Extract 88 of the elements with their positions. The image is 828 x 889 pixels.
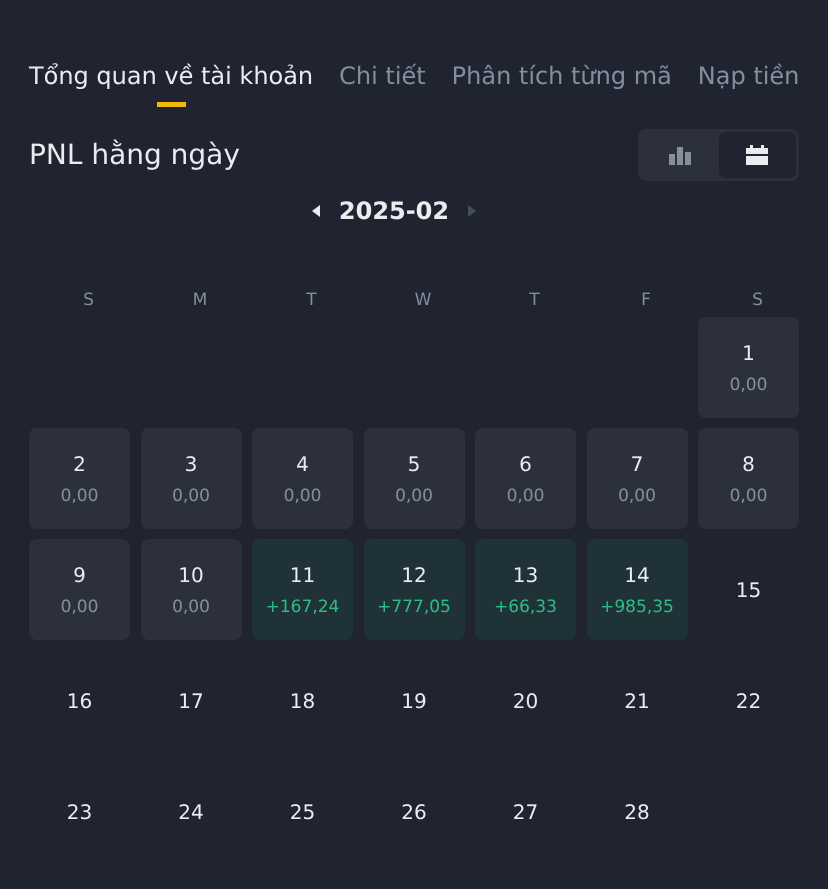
tab[interactable]: Nạp tiền — [698, 58, 800, 107]
calendar-day[interactable]: 21 — [586, 650, 688, 751]
calendar-day[interactable]: 27 — [475, 761, 576, 862]
calendar-day[interactable]: 23 — [29, 761, 130, 862]
weekday-label: F — [640, 293, 652, 307]
pnl-value: 0,00 — [172, 486, 210, 506]
day-number: 16 — [66, 688, 92, 712]
pnl-value: 0,00 — [395, 486, 433, 506]
day-number: 4 — [296, 452, 309, 476]
tab[interactable]: Chi tiết — [339, 58, 426, 107]
day-number: 17 — [178, 688, 204, 712]
pnl-value: +777,05 — [377, 596, 451, 616]
day-number: 21 — [624, 688, 650, 712]
pnl-value: +167,24 — [266, 596, 340, 616]
calendar-day[interactable]: 16 — [29, 650, 130, 751]
day-number: 26 — [401, 800, 427, 824]
pnl-value: +66,33 — [494, 596, 557, 616]
day-number: 3 — [184, 452, 198, 476]
day-number: 28 — [624, 800, 650, 824]
day-number: 20 — [512, 688, 538, 712]
pnl-value: 0,00 — [284, 486, 322, 506]
calendar-day[interactable]: 25 — [252, 761, 353, 862]
calendar-icon — [746, 145, 768, 165]
day-number: 14 — [624, 562, 650, 586]
weekday-label: W — [414, 293, 432, 307]
month-label: 2025-02 — [338, 196, 450, 227]
tab[interactable]: Phân tích từng mã — [452, 58, 672, 107]
weekday-label: S — [82, 293, 95, 307]
day-cell[interactable]: 6 0,00 — [475, 428, 576, 529]
day-number: 2 — [73, 452, 86, 476]
pnl-value: 0,00 — [618, 486, 656, 506]
day-number: 9 — [73, 562, 86, 586]
day-cell[interactable]: 4 0,00 — [252, 428, 353, 529]
weekday-label: S — [751, 293, 764, 307]
weekday-label: M — [192, 293, 208, 307]
calendar-day[interactable]: 20 — [475, 650, 576, 751]
calendar-day[interactable]: 22 — [698, 650, 799, 751]
pnl-value: 0,00 — [506, 486, 544, 506]
day-cell[interactable]: 11 +167,24 — [252, 539, 353, 640]
weekday-label: T — [528, 293, 541, 307]
weekday-label: T — [305, 293, 318, 307]
day-cell[interactable]: 10 0,00 — [140, 539, 242, 640]
previous-month-button[interactable] — [310, 204, 321, 218]
day-cell[interactable]: 7 0,00 — [586, 428, 688, 529]
day-number: 1 — [742, 340, 755, 364]
day-number: 23 — [66, 800, 92, 824]
day-number: 13 — [512, 562, 538, 586]
pnl-value: 0,00 — [730, 486, 768, 506]
bar-chart-icon — [668, 145, 692, 165]
pnl-value: 0,00 — [730, 374, 768, 394]
day-cell[interactable]: 2 0,00 — [29, 428, 130, 529]
calendar-day[interactable]: 24 — [140, 761, 242, 862]
calendar-day[interactable]: 19 — [364, 650, 464, 751]
day-cell[interactable]: 9 0,00 — [29, 539, 130, 640]
pnl-value: 0,00 — [60, 596, 98, 616]
day-number: 11 — [290, 562, 316, 586]
day-number: 15 — [736, 578, 762, 602]
day-number: 5 — [408, 452, 420, 476]
day-number: 7 — [630, 452, 644, 476]
day-cell[interactable]: 8 0,00 — [698, 428, 799, 529]
day-cell[interactable]: 3 0,00 — [140, 428, 242, 529]
day-number: 8 — [742, 452, 755, 476]
pnl-value: +985,35 — [600, 596, 674, 616]
calendar-day[interactable]: 15 — [698, 539, 799, 640]
day-number: 6 — [519, 452, 532, 476]
day-number: 19 — [401, 688, 427, 712]
day-number: 18 — [290, 688, 316, 712]
active-tab-indicator — [156, 102, 186, 107]
day-number: 24 — [178, 800, 204, 824]
calendar-day[interactable]: 17 — [140, 650, 242, 751]
day-cell[interactable]: 5 0,00 — [364, 428, 464, 529]
pnl-value: 0,00 — [172, 596, 210, 616]
day-cell[interactable]: 12 +777,05 — [364, 539, 464, 640]
calendar-day[interactable]: 18 — [252, 650, 353, 751]
tab[interactable]: Tổng quan về tài khoản — [29, 58, 314, 107]
section-title: PNL hằng ngày — [29, 137, 240, 173]
day-number: 12 — [401, 562, 427, 586]
day-number: 10 — [178, 562, 204, 586]
day-cell[interactable]: 1 0,00 — [698, 317, 799, 418]
day-cell[interactable]: 14 +985,35 — [586, 539, 688, 640]
calendar-day[interactable]: 28 — [586, 761, 688, 862]
day-cell[interactable]: 13 +66,33 — [475, 539, 576, 640]
pnl-value: 0,00 — [60, 486, 98, 506]
calendar-view-button[interactable] — [718, 132, 796, 178]
day-number: 25 — [290, 800, 316, 824]
day-number: 27 — [512, 800, 538, 824]
day-number: 22 — [736, 688, 762, 712]
calendar-day[interactable]: 26 — [364, 761, 464, 862]
